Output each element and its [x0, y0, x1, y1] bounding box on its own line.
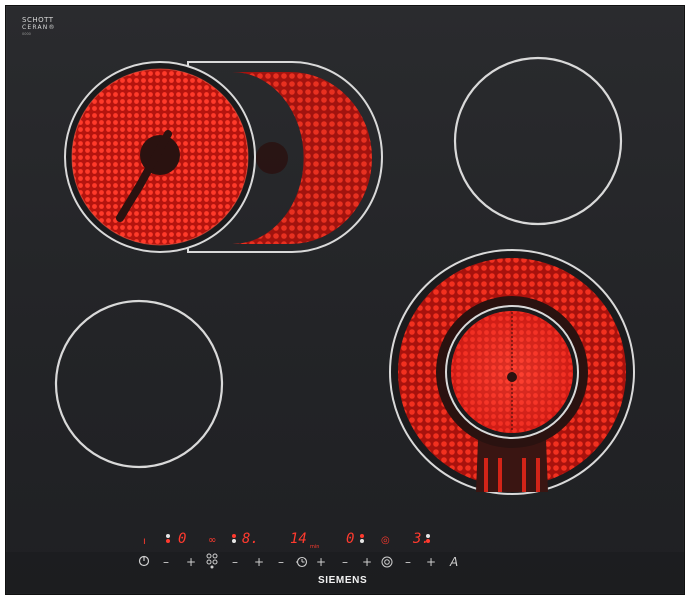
zone1-display: 0	[178, 531, 187, 547]
zone1-plus-button[interactable]: +	[186, 555, 196, 569]
zone4-position-dots	[426, 533, 432, 544]
timer-minus-button[interactable]: –	[278, 555, 284, 569]
zone4-minus-button[interactable]: –	[405, 555, 411, 569]
zone4-plus-button[interactable]: +	[426, 555, 436, 569]
zone3-position-dots	[360, 533, 366, 544]
dual-ring-icon: ◎	[381, 535, 390, 546]
zone-select-button[interactable]	[206, 553, 218, 570]
timer-display: 14	[290, 531, 307, 547]
zone-front-right	[389, 249, 635, 495]
timer-unit: min	[310, 544, 320, 550]
dot-back	[166, 534, 170, 538]
zone2-plus-button[interactable]: +	[254, 555, 264, 569]
zone2-display: 8.	[242, 531, 259, 547]
zone2-position-dots	[232, 533, 238, 544]
zone3-plus-button[interactable]: +	[362, 555, 372, 569]
dot-front	[426, 539, 430, 543]
dual-ring-select-icon	[381, 556, 393, 568]
zone1-minus-button[interactable]: –	[163, 555, 169, 569]
zone3-display: 0	[346, 531, 355, 547]
zone-back-right	[453, 56, 623, 226]
zone-back-left	[64, 61, 256, 253]
dot-front	[232, 539, 236, 543]
timer-button[interactable]	[292, 556, 308, 571]
dot-front	[166, 539, 170, 543]
dot-back	[360, 534, 364, 538]
dot-back	[232, 534, 236, 538]
siemens-logo: SIEMENS	[318, 575, 368, 586]
zone-front-left	[54, 299, 224, 469]
dot-front	[360, 539, 364, 543]
child-lock-button[interactable]: A	[450, 555, 458, 569]
zone1-indicator-icon: ı	[143, 536, 146, 547]
zone2-minus-button[interactable]: –	[232, 555, 238, 569]
zone3-minus-button[interactable]: –	[342, 555, 348, 569]
power-icon	[138, 555, 150, 567]
dual-ring-button[interactable]	[381, 556, 393, 571]
extension-icon: ∞	[208, 535, 217, 546]
zone1-position-dots	[166, 533, 172, 544]
zone-select-icon	[206, 553, 218, 569]
timer-plus-button[interactable]: +	[316, 555, 326, 569]
cooking-zones	[6, 56, 684, 594]
dot-back	[426, 534, 430, 538]
power-button[interactable]	[138, 555, 150, 570]
clock-icon	[292, 556, 308, 568]
